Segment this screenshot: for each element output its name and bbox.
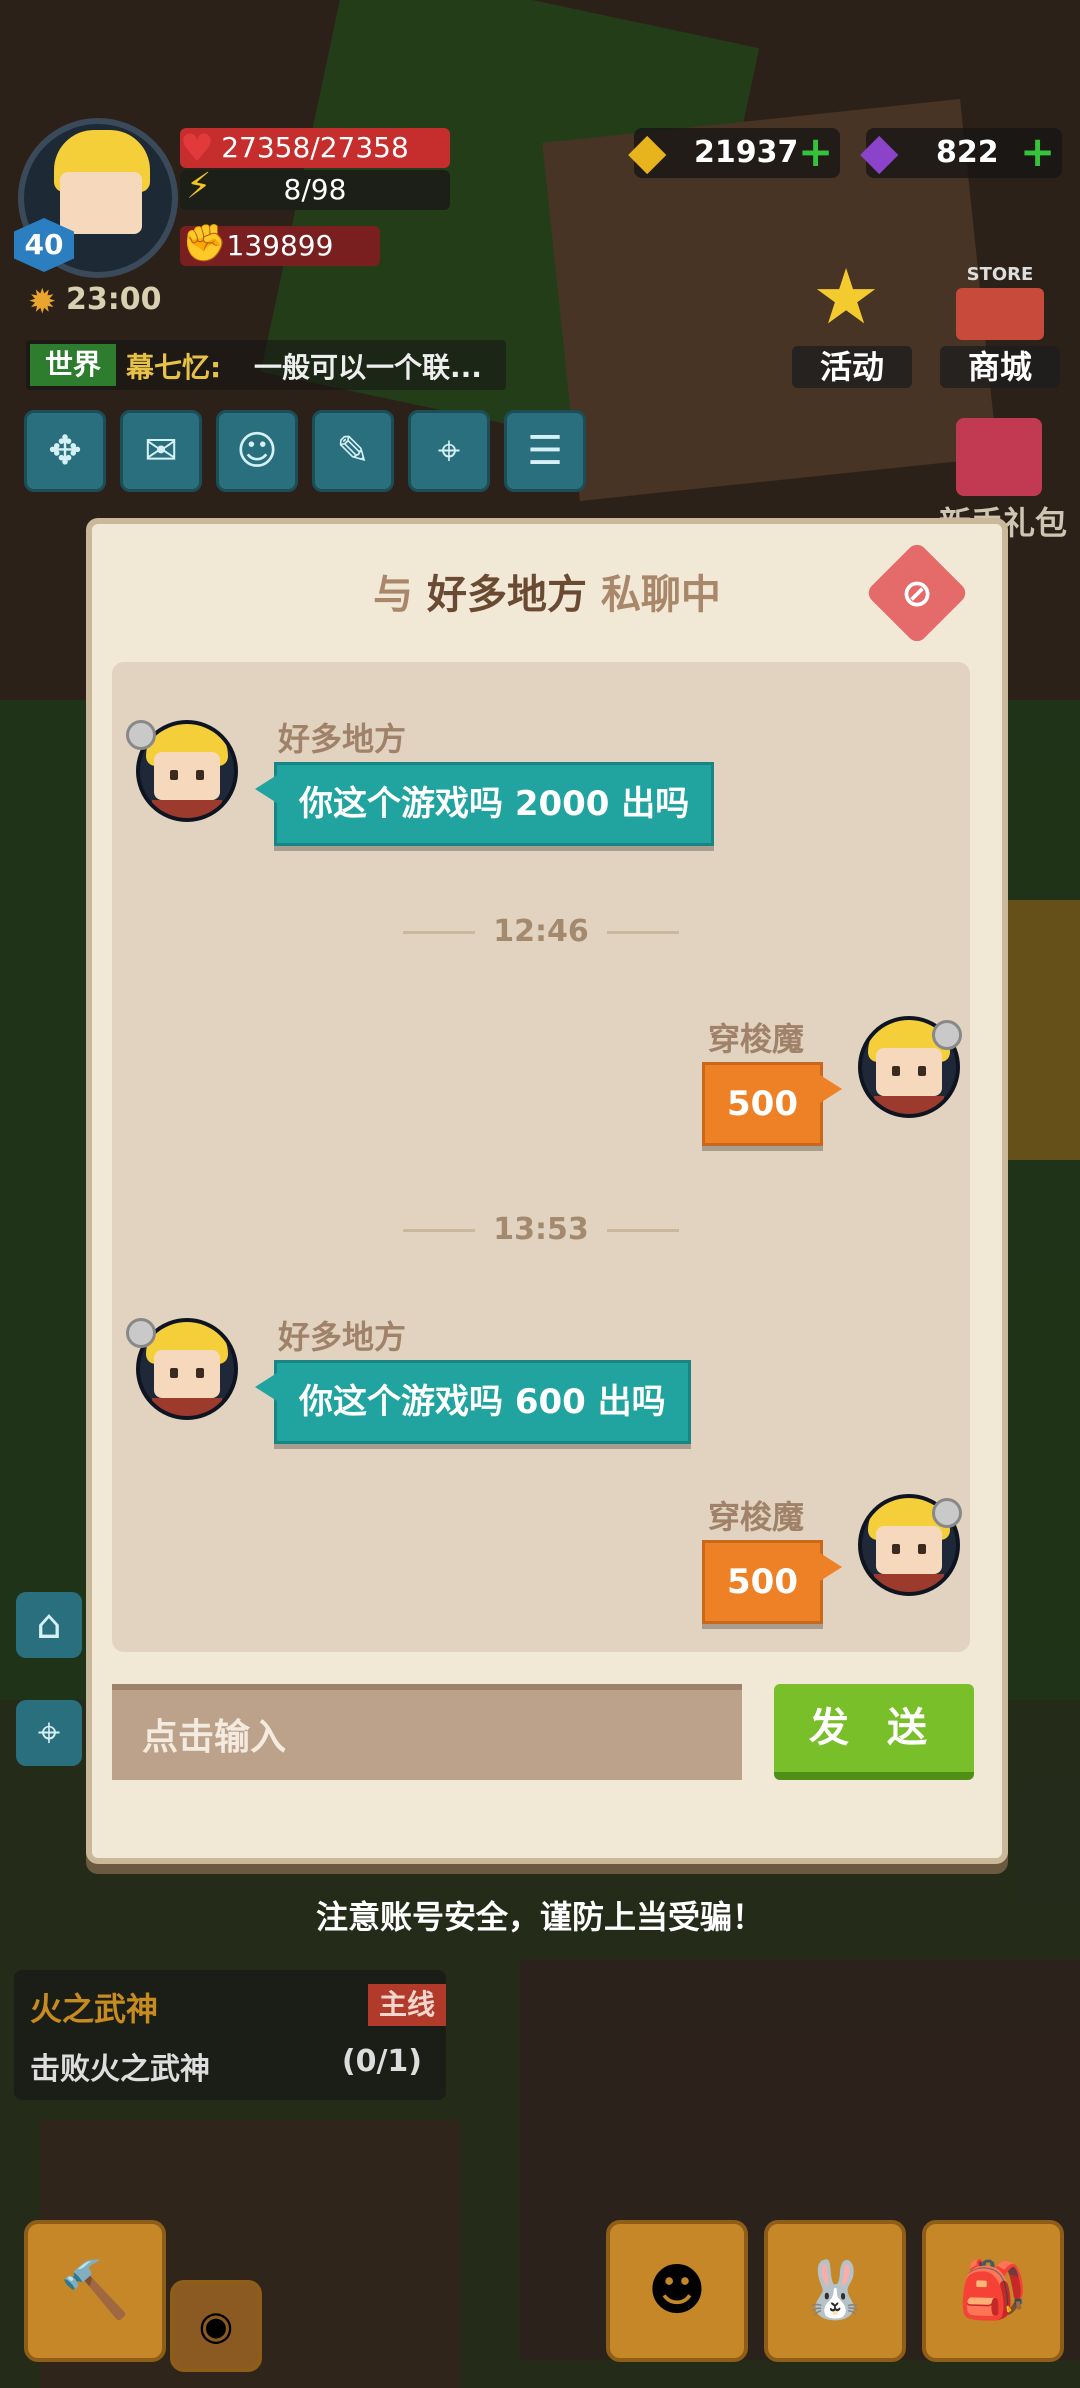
friends-button[interactable]: ☺ — [216, 410, 298, 492]
world-channel-tag: 世界 — [30, 344, 116, 386]
quest-description: 击败火之武神 — [30, 2052, 210, 2087]
pet-button[interactable]: 🐰 — [764, 2220, 906, 2362]
time-label: 12:46 — [493, 914, 589, 949]
message-input[interactable]: 点击输入 — [112, 1684, 742, 1780]
avatar-badge-icon — [126, 720, 156, 750]
message-text: 500 — [727, 1084, 798, 1124]
send-button[interactable]: 发 送 — [774, 1684, 974, 1780]
time-separator: 12:46 — [112, 914, 970, 949]
star-gift-icon: ★ — [812, 252, 881, 341]
hp-bar: 27358/27358 — [180, 128, 450, 168]
mail-icon: ✉ — [144, 428, 178, 474]
message-text: 500 — [727, 1562, 798, 1602]
game-time: 23:00 — [66, 282, 162, 317]
sun-icon: ✹ — [28, 282, 57, 322]
message-bubble[interactable]: 你这个游戏吗 600 出吗 — [255, 1360, 691, 1444]
bag-button[interactable]: 🎒 — [922, 2220, 1064, 2362]
newbie-gift-button[interactable]: 新手礼包 — [939, 410, 1067, 542]
heart-icon: ♥ — [180, 126, 215, 170]
location-button[interactable]: ⌖ — [16, 1700, 82, 1766]
hp-text: 27358/27358 — [221, 131, 409, 164]
dialog-title: 与 好多地方 私聊中 — [92, 562, 1002, 620]
private-chat-dialog: 与 好多地方 私聊中 ⊘ 好多地方 你这个游戏吗 2000 出吗 12:46 穿… — [86, 518, 1008, 1864]
gem-icon: ◆ — [860, 122, 899, 180]
activity-button[interactable]: ★ 活动 — [792, 248, 912, 388]
avatar-badge-icon — [932, 1498, 962, 1528]
gold-counter: ◆ 21937 + — [628, 126, 840, 178]
message-text: 你这个游戏吗 600 出吗 — [299, 1382, 666, 1422]
message-bubble[interactable]: 你这个游戏吗 2000 出吗 — [255, 762, 715, 846]
map-icon: ⌖ — [437, 428, 461, 474]
store-button[interactable]: STORE 商城 — [940, 248, 1060, 388]
home-button[interactable]: ⌂ — [16, 1592, 82, 1658]
message-text: 你这个游戏吗 2000 出吗 — [299, 784, 690, 824]
gold-icon: ◆ — [628, 122, 667, 180]
chat-icon: ✎ — [336, 428, 370, 474]
energy-text: 8/98 — [283, 173, 347, 206]
message-list[interactable]: 好多地方 你这个游戏吗 2000 出吗 12:46 穿梭魔 500 13:53 — [112, 662, 970, 1652]
message-sender: 穿梭魔 — [708, 1020, 805, 1058]
friends-icon: ☺ — [236, 428, 278, 474]
message-sender: 穿梭魔 — [708, 1498, 805, 1536]
fist-icon: ✊ — [182, 223, 227, 264]
energy-bar: 8/98 — [180, 170, 450, 210]
hero-icon: ☻ — [647, 2258, 707, 2323]
gem-value: 822 — [936, 135, 999, 170]
store-sign: STORE — [966, 264, 1034, 285]
gold-value: 21937 — [694, 135, 799, 170]
block-user-button[interactable]: ⊘ — [864, 540, 970, 646]
camera-icon: ◉ — [198, 2303, 234, 2349]
map-button[interactable]: ⌖ — [408, 410, 490, 492]
hero-button[interactable]: ☻ — [606, 2220, 748, 2362]
build-hammer-button[interactable]: 🔨 — [24, 2220, 166, 2362]
time-separator: 13:53 — [112, 1212, 970, 1247]
message-bubble[interactable]: 500 — [702, 1540, 842, 1624]
gem-counter: ◆ 822 + — [860, 126, 1062, 178]
block-icon: ⊘ — [901, 571, 933, 615]
hammer-icon: 🔨 — [60, 2258, 130, 2323]
activity-label: 活动 — [792, 346, 912, 388]
world-chat-strip[interactable]: 世界 幕七忆: 一般可以一个联... — [26, 340, 506, 390]
quest-progress: (0/1) — [341, 2044, 422, 2079]
lightning-icon: ⚡ — [186, 166, 212, 207]
store-label: 商城 — [940, 346, 1060, 388]
store-icon — [956, 288, 1044, 340]
clipboard-icon: ☰ — [527, 428, 563, 474]
quest-title: 火之武神 — [30, 1990, 159, 2028]
camera-button[interactable]: ◉ — [170, 2280, 262, 2372]
message-bubble[interactable]: 500 — [702, 1062, 842, 1146]
main-quest-tag: 主线 — [368, 1984, 446, 2026]
chat-preview: 一般可以一个联... — [254, 351, 482, 384]
chat-button[interactable]: ✎ — [312, 410, 394, 492]
chat-sender: 幕七忆: — [126, 351, 222, 384]
expand-icon: ✥ — [48, 428, 82, 474]
mail-button[interactable]: ✉ — [120, 410, 202, 492]
chat-partner-name: 好多地方 — [427, 572, 587, 618]
avatar-badge-icon — [932, 1020, 962, 1050]
time-label: 13:53 — [493, 1212, 589, 1247]
gift-icon — [956, 418, 1042, 496]
avatar-badge-icon — [126, 1318, 156, 1348]
expand-button[interactable]: ✥ — [24, 410, 106, 492]
pet-icon: 🐰 — [800, 2258, 870, 2323]
backpack-icon: 🎒 — [958, 2258, 1028, 2323]
add-gem-button[interactable]: + — [1020, 131, 1055, 173]
title-prefix: 与 — [373, 572, 414, 618]
message-sender: 好多地方 — [278, 720, 407, 758]
security-warning: 注意账号安全，谨防上当受骗！ — [315, 1898, 764, 1936]
title-suffix: 私聊中 — [600, 572, 721, 618]
power-text: 139899 — [226, 229, 334, 262]
quest-tracker[interactable]: 火之武神 主线 击败火之武神 (0/1) — [14, 1970, 446, 2100]
add-gold-button[interactable]: + — [798, 131, 833, 173]
message-sender: 好多地方 — [278, 1318, 407, 1356]
task-button[interactable]: ☰ — [504, 410, 586, 492]
